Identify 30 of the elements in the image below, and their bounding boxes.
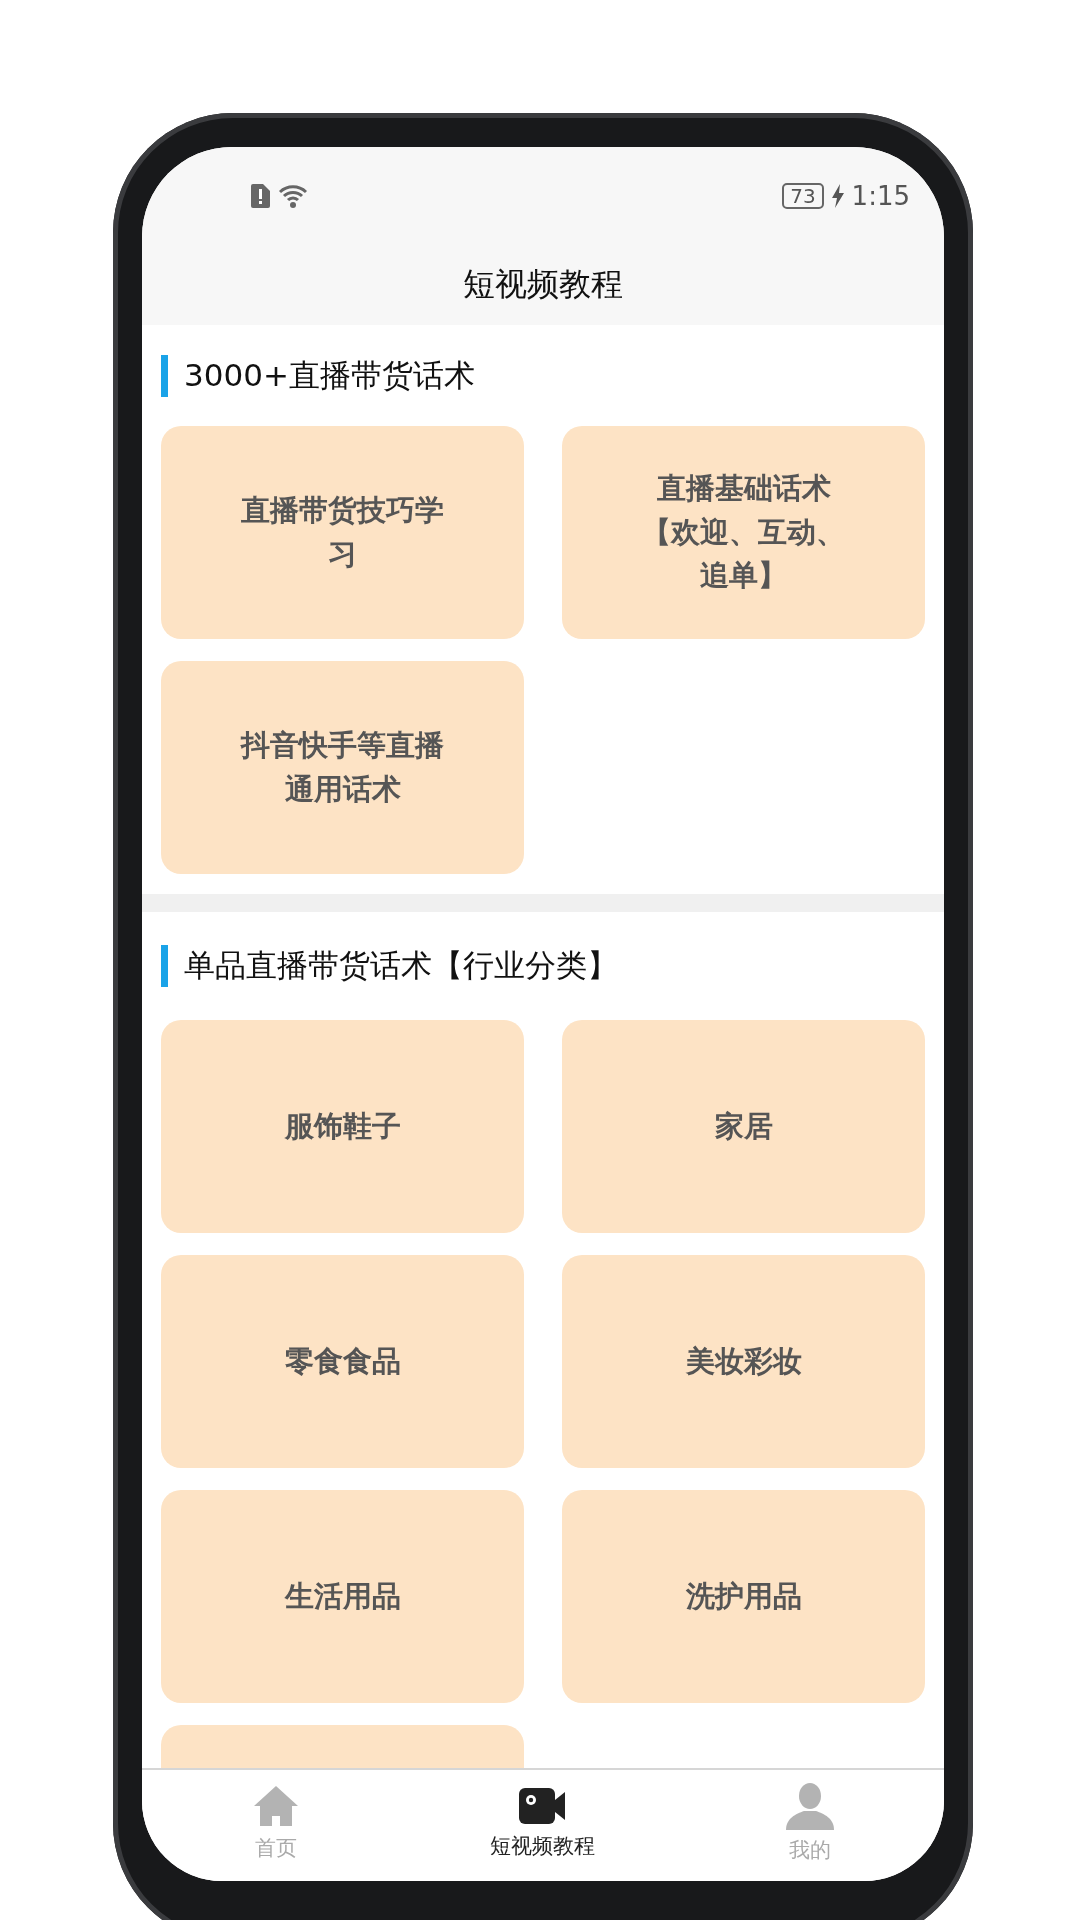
page-title: 短视频教程 <box>463 264 623 305</box>
category-card[interactable]: 洗护用品 <box>562 1490 925 1703</box>
card-label: 美妆彩妆 <box>685 1342 802 1380</box>
section-accent-bar <box>161 354 168 397</box>
card-label: 家居 <box>714 1107 773 1145</box>
tab-bar-item[interactable]: 短视频教程 <box>409 1770 677 1881</box>
section-title: 单品直播带货话术【行业分类】 <box>184 946 618 985</box>
category-card[interactable]: 零食食品 <box>161 1255 524 1468</box>
card-label: 生活用品 <box>284 1577 401 1615</box>
category-card[interactable]: 美妆彩妆 <box>562 1255 925 1468</box>
section-title: 3000+直播带货话术 <box>184 355 475 395</box>
video-camera-icon <box>519 1785 567 1826</box>
person-icon <box>784 1781 837 1830</box>
category-card[interactable]: 抖音快手等直播通用话术 <box>161 661 524 874</box>
card-label: 直播带货技巧学习 <box>240 492 445 573</box>
card-label: 抖音快手等直播通用话术 <box>240 727 445 808</box>
category-card[interactable]: 服饰鞋子 <box>161 1020 524 1233</box>
card-label: 服饰鞋子 <box>284 1107 401 1145</box>
sim-alert-icon <box>250 184 270 208</box>
category-card[interactable]: 直播基础话术【欢迎、互动、追单】 <box>562 426 925 639</box>
clock-time: 1:15 <box>851 181 910 211</box>
card-label: 洗护用品 <box>685 1577 802 1615</box>
section-accent-bar <box>161 945 168 987</box>
category-card[interactable]: 生活用品 <box>161 1490 524 1703</box>
card-label: 直播基础话术【欢迎、互动、追单】 <box>641 470 846 595</box>
battery-level: 73 <box>782 183 824 209</box>
wifi-icon <box>278 183 308 209</box>
card-label: 零食食品 <box>284 1342 401 1380</box>
category-card[interactable]: 直播带货技巧学习 <box>161 426 524 639</box>
category-card[interactable]: 家居 <box>562 1020 925 1233</box>
